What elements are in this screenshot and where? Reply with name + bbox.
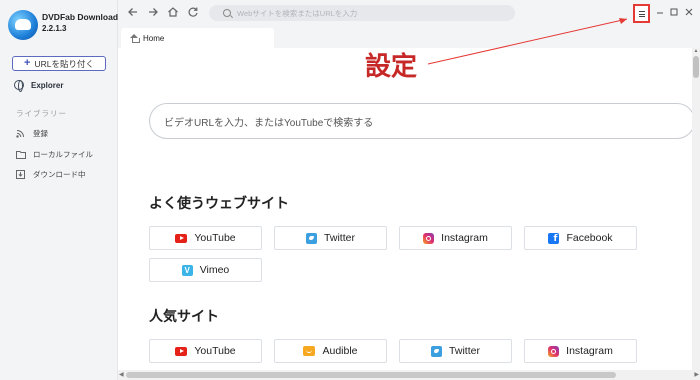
paste-url-label: URLを貼り付く bbox=[34, 58, 94, 69]
video-search-input[interactable]: ビデオURLを入力、またはYouTubeで検索する bbox=[149, 103, 695, 139]
vertical-scrollbar[interactable]: ▲ bbox=[692, 48, 700, 370]
search-icon bbox=[223, 9, 231, 17]
site-button-audible[interactable]: Audible bbox=[274, 339, 387, 363]
folder-icon bbox=[16, 150, 26, 159]
site-button-youtube[interactable]: YouTube bbox=[149, 226, 262, 250]
site-label: Instagram bbox=[566, 345, 613, 357]
rss-icon bbox=[16, 129, 25, 138]
site-label: Vimeo bbox=[199, 264, 230, 276]
scroll-up-arrow-icon[interactable]: ▲ bbox=[692, 48, 700, 55]
app-logo-icon bbox=[8, 10, 38, 40]
close-icon[interactable] bbox=[684, 7, 694, 17]
youtube-icon bbox=[175, 233, 188, 243]
instagram-icon bbox=[423, 232, 435, 244]
facebook-icon: f bbox=[548, 232, 560, 244]
home-page: ビデオURLを入力、またはYouTubeで検索する よく使うウェブサイト You… bbox=[118, 48, 695, 370]
paste-url-button[interactable]: + URLを貼り付く bbox=[12, 56, 106, 71]
site-button-facebook[interactable]: f Facebook bbox=[524, 226, 637, 250]
site-label: YouTube bbox=[194, 345, 236, 357]
forward-arrow-icon[interactable] bbox=[146, 6, 160, 20]
explorer-label: Explorer bbox=[31, 80, 64, 90]
app-name: DVDFab Downloader bbox=[42, 12, 127, 22]
settings-menu-button[interactable] bbox=[633, 4, 650, 23]
sidebar-item-local-files[interactable]: ローカルファイル bbox=[16, 148, 93, 160]
vimeo-icon: V bbox=[181, 264, 193, 276]
library-title: ライブラリー bbox=[16, 109, 67, 118]
site-label: Facebook bbox=[566, 232, 613, 244]
address-bar[interactable]: Webサイトを検索またはURLを入力 bbox=[209, 5, 515, 21]
site-label: Twitter bbox=[449, 345, 480, 357]
youtube-icon bbox=[175, 346, 188, 356]
sidebar-item-downloading[interactable]: ダウンロード中 bbox=[16, 168, 86, 180]
site-button-youtube[interactable]: YouTube bbox=[149, 339, 262, 363]
download-icon bbox=[16, 169, 25, 179]
site-button-vimeo[interactable]: V Vimeo bbox=[149, 258, 262, 282]
address-bar-placeholder: Webサイトを検索またはURLを入力 bbox=[237, 8, 358, 18]
favorites-title: よく使うウェブサイト bbox=[149, 195, 289, 211]
site-button-twitter[interactable]: Twitter bbox=[399, 339, 512, 363]
browser-toolbar: Webサイトを検索またはURLを入力 bbox=[118, 0, 700, 28]
menu-icon bbox=[639, 11, 645, 17]
sidebar: DVDFab Downloader 2.2.1.3 + URLを貼り付く Exp… bbox=[0, 0, 126, 380]
vertical-scroll-thumb[interactable] bbox=[693, 56, 699, 78]
library-item-label: ローカルファイル bbox=[33, 149, 93, 159]
home-tab-icon bbox=[130, 34, 140, 43]
scroll-left-arrow-icon[interactable]: ◀ bbox=[119, 370, 124, 380]
tab-bar: Home bbox=[118, 28, 700, 48]
horizontal-scroll-thumb[interactable] bbox=[126, 372, 616, 378]
site-button-twitter[interactable]: Twitter bbox=[274, 226, 387, 250]
instagram-icon bbox=[548, 345, 560, 357]
video-search-placeholder: ビデオURLを入力、またはYouTubeで検索する bbox=[164, 117, 374, 129]
horizontal-scrollbar[interactable]: ◀ ▶ bbox=[118, 370, 700, 380]
annotation-label: 設定 bbox=[365, 52, 418, 81]
site-label: Instagram bbox=[441, 232, 488, 244]
popular-title: 人気サイト bbox=[149, 308, 219, 324]
library-item-label: 登録 bbox=[33, 128, 48, 138]
twitter-icon bbox=[306, 232, 318, 244]
back-arrow-icon[interactable] bbox=[126, 6, 140, 20]
reload-icon[interactable] bbox=[186, 6, 200, 20]
sidebar-item-explorer[interactable]: Explorer bbox=[14, 79, 64, 92]
tab-label: Home bbox=[143, 33, 165, 43]
plus-icon: + bbox=[24, 57, 31, 69]
site-button-instagram[interactable]: Instagram bbox=[524, 339, 637, 363]
twitter-icon bbox=[431, 345, 443, 357]
app-version: 2.2.1.3 bbox=[42, 24, 67, 33]
globe-icon bbox=[14, 80, 24, 92]
audible-icon bbox=[303, 346, 316, 356]
scroll-right-arrow-icon[interactable]: ▶ bbox=[694, 370, 699, 380]
site-button-instagram[interactable]: Instagram bbox=[399, 226, 512, 250]
site-label: YouTube bbox=[194, 232, 236, 244]
site-label: Audible bbox=[322, 345, 358, 357]
home-icon[interactable] bbox=[166, 6, 180, 20]
minimize-icon[interactable] bbox=[655, 7, 665, 17]
tab-home[interactable]: Home bbox=[121, 28, 274, 48]
site-label: Twitter bbox=[324, 232, 355, 244]
maximize-icon[interactable] bbox=[669, 7, 679, 17]
library-item-label: ダウンロード中 bbox=[33, 169, 86, 179]
app-branding: DVDFab Downloader 2.2.1.3 bbox=[8, 10, 126, 50]
sidebar-item-subscriptions[interactable]: 登録 bbox=[16, 127, 48, 139]
